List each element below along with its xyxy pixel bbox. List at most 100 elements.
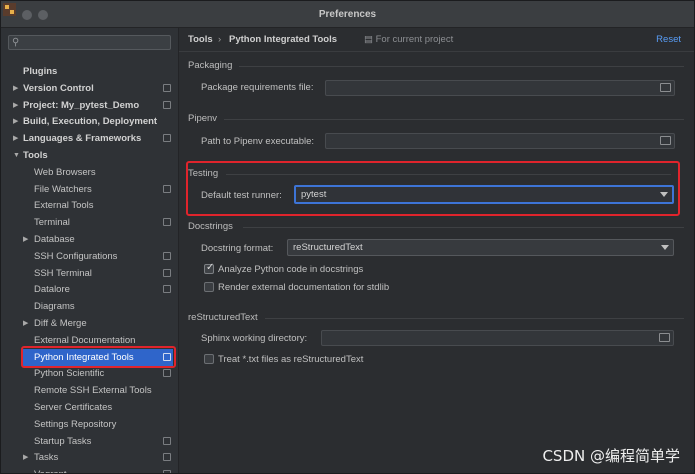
project-scope-icon [163, 134, 171, 143]
project-scope-icon [163, 470, 171, 473]
treat-txt-label[interactable]: Treat *.txt files as reStructuredText [218, 354, 363, 365]
sidebar-item[interactable]: Server Certificates [1, 399, 179, 416]
sidebar-item[interactable]: Web Browsers [1, 164, 179, 181]
sidebar-item-label: Startup Tasks [34, 435, 92, 447]
project-scope-icon: ▤ [364, 34, 373, 45]
chevron-right-icon[interactable]: ▶ [13, 97, 18, 114]
project-scope-icon [163, 83, 171, 92]
folder-icon[interactable] [660, 83, 671, 92]
sidebar-item-label: Datalore [34, 284, 70, 296]
docstring-format-label: Docstring format: [201, 243, 274, 254]
settings-panel: Tools › Python Integrated Tools ▤ For cu… [179, 28, 694, 473]
scope-label: ▤ For current project [364, 34, 453, 45]
sidebar-item[interactable]: Remote SSH External Tools [1, 382, 179, 399]
sidebar-item[interactable]: SSH Configurations [1, 248, 179, 265]
project-scope-icon [163, 268, 171, 277]
sidebar-item[interactable]: ▶ Build, Execution, Deployment [1, 113, 179, 130]
testing-highlight-box [186, 161, 680, 216]
checkmark-icon: ✓ [206, 262, 215, 273]
project-scope-icon [163, 100, 171, 109]
chevron-right-icon[interactable]: ▶ [23, 231, 28, 248]
pipenv-path-label: Path to Pipenv executable: [201, 136, 315, 147]
folder-icon[interactable] [659, 333, 670, 342]
render-external-docs-checkbox[interactable] [204, 282, 214, 292]
docstring-format-select[interactable]: reStructuredText [287, 239, 674, 256]
sphinx-dir-input[interactable] [321, 330, 674, 346]
sidebar-item[interactable]: Settings Repository [1, 416, 179, 433]
separator [239, 66, 684, 67]
sidebar-item[interactable]: File Watchers [1, 181, 179, 198]
sidebar-item-label: Diagrams [34, 301, 75, 313]
requirements-label: Package requirements file: [201, 82, 314, 93]
analyze-docstrings-label[interactable]: Analyze Python code in docstrings [218, 264, 363, 275]
scope-text: For current project [375, 34, 454, 45]
search-input[interactable]: ⚲ [8, 35, 171, 50]
sidebar-item[interactable]: Datalore [1, 281, 179, 298]
sidebar-item[interactable]: Plugins [1, 63, 179, 80]
chevron-right-icon[interactable]: ▶ [23, 449, 28, 466]
sidebar-item[interactable]: Vagrant [1, 466, 179, 473]
requirements-input[interactable] [325, 80, 675, 96]
breadcrumb-parent[interactable]: Tools [188, 34, 213, 45]
chevron-right-icon[interactable]: ▶ [13, 130, 18, 147]
sidebar-item[interactable]: External Tools [1, 197, 179, 214]
analyze-docstrings-checkbox[interactable]: ✓ [204, 262, 215, 274]
sidebar-item-label: Database [34, 234, 75, 245]
section-restructuredtext: reStructuredText [188, 312, 258, 323]
project-scope-icon [163, 453, 171, 462]
chevron-right-icon[interactable]: ▶ [13, 80, 18, 97]
sidebar-item-label: Build, Execution, Deployment [23, 116, 158, 128]
chevron-down-icon[interactable]: ▼ [13, 147, 20, 164]
sidebar-item[interactable]: ▶ Languages & Frameworks [1, 130, 179, 147]
sidebar-item-label: Terminal [34, 217, 70, 229]
project-scope-icon [163, 218, 171, 227]
sidebar-item-label: File Watchers [34, 183, 92, 195]
chevron-right-icon[interactable]: ▶ [23, 315, 28, 332]
sidebar-item-label: SSH Terminal [34, 267, 92, 279]
sidebar-item[interactable]: Startup Tasks [1, 433, 179, 450]
folder-icon[interactable] [660, 136, 671, 145]
section-packaging: Packaging [188, 60, 233, 71]
sidebar-item[interactable]: Diagrams [1, 298, 179, 315]
sidebar-item[interactable]: ▶ Tasks [1, 449, 179, 466]
sphinx-dir-label: Sphinx working directory: [201, 333, 308, 344]
treat-txt-checkbox[interactable] [204, 354, 214, 364]
window-title: Preferences [318, 9, 377, 20]
section-docstrings: Docstrings [188, 221, 233, 232]
reset-link[interactable]: Reset [656, 34, 681, 45]
separator [265, 318, 684, 319]
sidebar-item[interactable]: ▶ Diff & Merge [1, 315, 179, 332]
sidebar-item-label: Web Browsers [34, 166, 96, 178]
sidebar-item[interactable]: ▶ Version Control [1, 80, 179, 97]
separator [224, 119, 684, 120]
docstring-format-value: reStructuredText [293, 242, 363, 253]
sidebar-item-label: Project: My_pytest_Demo [23, 99, 140, 111]
sidebar-item[interactable]: ▶ Database [1, 231, 179, 248]
sidebar-item[interactable]: ▶ Project: My_pytest_Demo [1, 97, 179, 114]
sidebar-item-label: External Tools [34, 200, 94, 212]
render-external-docs-label[interactable]: Render external documentation for stdlib [218, 282, 389, 293]
sidebar-item[interactable]: SSH Terminal [1, 265, 179, 282]
pipenv-path-input[interactable] [325, 133, 675, 149]
sidebar-item-label: Tools [23, 150, 48, 161]
sidebar-item-label: Languages & Frameworks [23, 133, 142, 145]
watermark-text: CSDN @编程简单学 [542, 447, 680, 465]
sidebar-item-label: Server Certificates [34, 402, 113, 413]
sidebar-item-label: SSH Configurations [34, 250, 118, 262]
chevron-right-icon[interactable]: ▶ [13, 113, 18, 130]
selection-highlight-box [21, 346, 176, 368]
section-pipenv: Pipenv [188, 113, 218, 124]
sidebar-item-label: Vagrant [34, 466, 67, 473]
sidebar-item-label: Remote SSH External Tools [34, 385, 152, 397]
breadcrumb-current: Python Integrated Tools [229, 34, 338, 45]
sidebar-item[interactable]: ▼ Tools [1, 147, 179, 164]
sidebar-item-label: Version Control [23, 82, 94, 94]
project-scope-icon [163, 369, 171, 378]
breadcrumb-separator: › [218, 34, 222, 45]
chevron-down-icon [661, 245, 669, 250]
sidebar-item-label: Settings Repository [34, 418, 117, 430]
sidebar-item[interactable]: Terminal [1, 214, 179, 231]
project-scope-icon [163, 285, 171, 294]
title-bar: Preferences [1, 1, 694, 28]
panel-header: Tools › Python Integrated Tools ▤ For cu… [179, 28, 694, 52]
